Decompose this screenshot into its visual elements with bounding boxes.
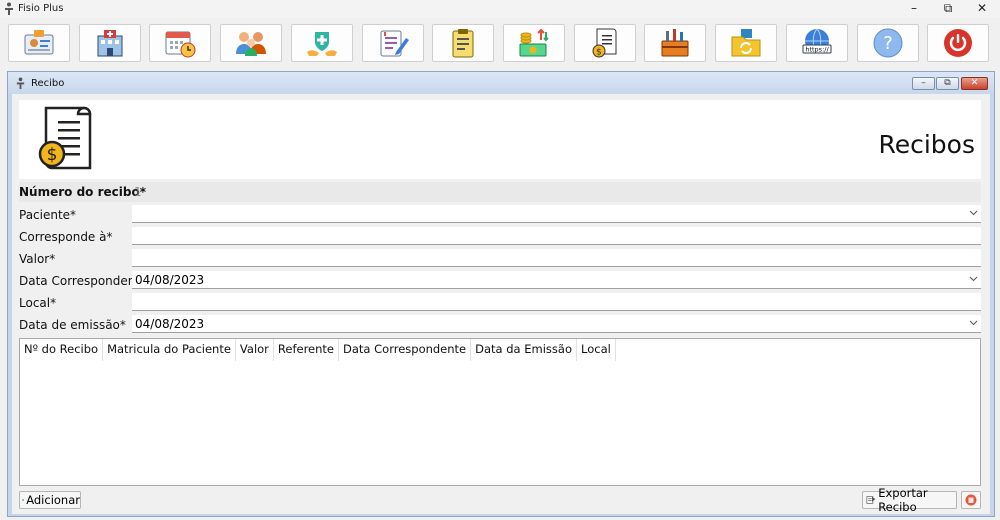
column-header-valor[interactable]: Valor: [236, 339, 274, 361]
receipt-dollar-icon: $: [38, 106, 92, 170]
column-header-local[interactable]: Local: [577, 339, 616, 361]
corresponde-row: Corresponde à*: [19, 227, 981, 247]
toolbar-button-health-care[interactable]: [291, 24, 353, 62]
power-off-icon: [944, 29, 972, 57]
help-glyph: ?: [883, 33, 893, 54]
toolbar-button-help[interactable]: ?: [857, 24, 919, 62]
export-button-label: Exportar Recibo: [878, 486, 928, 514]
delete-icon: [965, 494, 977, 506]
toolbar-button-power[interactable]: [927, 24, 989, 62]
corresponde-label: Corresponde à*: [19, 230, 113, 244]
app-title-bar: Fisio Plus – ⧉ ✕: [0, 0, 1000, 18]
valor-input[interactable]: [132, 249, 981, 267]
child-close-button[interactable]: ✕: [961, 77, 988, 90]
receipt-dollar-icon: $: [592, 28, 617, 58]
toolbar-button-clipboard[interactable]: [432, 24, 494, 62]
restore-button[interactable]: ⧉: [931, 0, 965, 18]
help-question-icon: ?: [873, 28, 903, 58]
add-button[interactable]: Adicionar: [19, 491, 81, 509]
main-toolbar: $ https:// ?: [0, 18, 1000, 70]
add-button-label: Adicionar: [26, 493, 80, 507]
recibo-form-area: $ Recibos Número do recibo* 1 Paciente* …: [12, 94, 990, 514]
chevron-down-icon[interactable]: [969, 274, 978, 283]
clipboard-notes-icon: [452, 29, 474, 58]
child-minimize-button[interactable]: –: [912, 77, 935, 90]
app-logo-icon: [16, 77, 25, 89]
add-circle-icon: [22, 498, 25, 502]
data-emissao-value: 04/08/2023: [135, 317, 205, 331]
health-care-hands-icon: [307, 32, 337, 56]
toolbar-button-web[interactable]: https://: [786, 24, 848, 62]
recibo-window-title: Recibo: [31, 78, 65, 89]
app-logo-icon: [5, 2, 13, 15]
local-row: Local*: [19, 293, 981, 313]
numero-row: Número do recibo* 1: [19, 182, 981, 202]
cash-flow-icon: [519, 28, 549, 57]
local-label: Local*: [19, 296, 57, 310]
prescription-pen-icon: [380, 30, 409, 57]
data-correspondente-picker[interactable]: 04/08/2023: [132, 271, 981, 289]
paciente-label: Paciente*: [19, 208, 77, 222]
toolbar-button-cash-flow[interactable]: [503, 24, 565, 62]
local-input[interactable]: [132, 293, 981, 311]
tools-box-icon: [661, 29, 689, 57]
folder-sync-icon: [731, 29, 761, 57]
export-document-icon: [866, 496, 876, 504]
page-header: $ Recibos: [19, 100, 981, 179]
data-emissao-label: Data de emissão*: [19, 318, 126, 332]
data-correspondente-row: Data Correspondente* 04/08/2023: [19, 271, 981, 291]
toolbar-button-id-card[interactable]: [8, 24, 70, 62]
valor-label: Valor*: [19, 252, 56, 266]
svg-text:$: $: [596, 48, 602, 58]
calendar-clock-icon: [165, 31, 196, 58]
toolbar-button-receipt[interactable]: $: [574, 24, 636, 62]
minimize-button[interactable]: –: [897, 0, 931, 18]
clinic-building-icon: [97, 30, 123, 57]
toolbar-button-patients[interactable]: [220, 24, 282, 62]
paciente-row: Paciente*: [19, 205, 981, 225]
page-title: Recibos: [878, 130, 975, 159]
column-header-matricula[interactable]: Matricula do Paciente: [103, 339, 236, 361]
recibo-window: Recibo – ⧉ ✕ $ Recibos Número do recibo*…: [7, 71, 995, 517]
column-header-data-emissao[interactable]: Data da Emissão: [471, 339, 577, 361]
app-title: Fisio Plus: [18, 3, 64, 14]
recibo-window-title-bar: Recibo – ⧉ ✕: [8, 72, 994, 94]
recibos-table[interactable]: Nº do Recibo Matricula do Paciente Valor…: [19, 338, 981, 486]
child-restore-button[interactable]: ⧉: [936, 77, 959, 90]
chevron-down-icon[interactable]: [969, 318, 978, 327]
toolbar-button-folder-sync[interactable]: [715, 24, 777, 62]
table-header: Nº do Recibo Matricula do Paciente Valor…: [20, 339, 616, 361]
valor-row: Valor*: [19, 249, 981, 269]
toolbar-button-prescription[interactable]: [362, 24, 424, 62]
toolbar-button-calendar[interactable]: [149, 24, 211, 62]
corresponde-input[interactable]: [132, 227, 981, 245]
toolbar-button-clinic[interactable]: [79, 24, 141, 62]
svg-text:$: $: [47, 145, 58, 165]
data-emissao-picker[interactable]: 04/08/2023: [132, 315, 981, 333]
web-globe-icon: https://: [802, 28, 832, 54]
https-label: https://: [805, 46, 829, 54]
export-receipt-button[interactable]: Exportar Recibo: [862, 486, 957, 514]
paciente-select[interactable]: [132, 205, 981, 223]
toolbar-button-tools[interactable]: [644, 24, 706, 62]
numero-label: Número do recibo*: [19, 185, 146, 199]
patients-group-icon: [236, 32, 266, 56]
delete-button[interactable]: [961, 491, 981, 509]
id-card-icon: [24, 30, 54, 55]
column-header-data-correspondente[interactable]: Data Correspondente: [339, 339, 472, 361]
chevron-down-icon[interactable]: [969, 208, 978, 217]
data-correspondente-value: 04/08/2023: [135, 273, 205, 287]
column-header-referente[interactable]: Referente: [274, 339, 340, 361]
close-button[interactable]: ✕: [965, 0, 999, 18]
data-emissao-row: Data de emissão* 04/08/2023: [19, 315, 981, 335]
numero-value: 1: [134, 185, 142, 199]
column-header-numero[interactable]: Nº do Recibo: [20, 339, 104, 361]
